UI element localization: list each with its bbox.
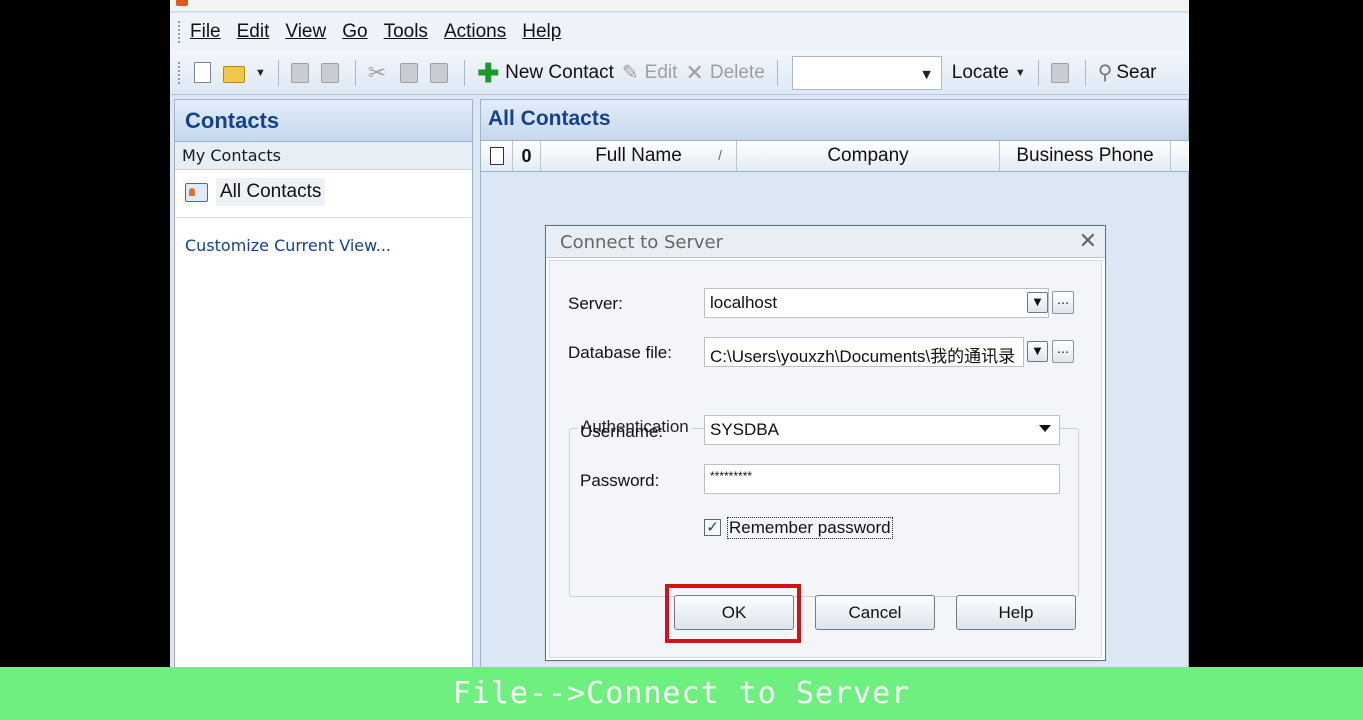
title-bar bbox=[170, 0, 1189, 12]
divider bbox=[175, 217, 472, 218]
password-input[interactable]: ********* bbox=[704, 464, 1060, 494]
plus-icon: ✚ bbox=[477, 57, 500, 88]
server-label: Server: bbox=[568, 294, 623, 313]
toolbar-separator bbox=[354, 59, 356, 86]
column-full-name-header[interactable]: Full Name / bbox=[541, 141, 737, 171]
search-icon: ⚲ bbox=[1097, 61, 1113, 84]
menu-actions[interactable]: Actions bbox=[444, 21, 506, 43]
column-attachment-header[interactable]: 0 bbox=[513, 141, 541, 171]
document-icon bbox=[489, 147, 504, 165]
contact-card-icon bbox=[185, 182, 208, 202]
cancel-button[interactable]: Cancel bbox=[815, 595, 935, 630]
database-file-browse-button[interactable]: … bbox=[1052, 340, 1074, 363]
toolbar-grip bbox=[178, 61, 182, 84]
menu-go[interactable]: Go bbox=[342, 21, 367, 43]
dialog-title-bar: Connect to Server ✕ bbox=[546, 226, 1105, 258]
chevron-down-icon: ▼ bbox=[922, 67, 931, 81]
grid-header: 0 Full Name / Company Business Phone bbox=[481, 140, 1189, 172]
edit-button[interactable]: ✎ Edit bbox=[618, 58, 682, 88]
print-preview-icon bbox=[320, 62, 339, 83]
search-button[interactable]: ⚲ Sear bbox=[1094, 58, 1161, 88]
toolbar-separator bbox=[776, 59, 778, 86]
toolbar-separator bbox=[1084, 59, 1086, 86]
open-button[interactable]: ▼ bbox=[219, 58, 270, 88]
menu-file[interactable]: File bbox=[190, 21, 221, 43]
close-icon: ✕ bbox=[685, 59, 704, 85]
my-contacts-group: My Contacts bbox=[175, 142, 472, 170]
server-input[interactable]: localhost bbox=[704, 288, 1049, 318]
toolbar-separator bbox=[464, 59, 466, 86]
locate-button[interactable]: Locate ▼ bbox=[948, 58, 1030, 88]
sort-indicator-icon: / bbox=[718, 147, 722, 163]
username-label: Username: bbox=[580, 422, 664, 441]
database-file-input[interactable]: C:\Users\youxzh\Documents\我的通讯录 bbox=[704, 337, 1024, 367]
paste-button[interactable] bbox=[426, 58, 456, 88]
open-folder-icon bbox=[223, 65, 245, 83]
print-button[interactable] bbox=[287, 58, 317, 88]
chevron-down-icon: ▼ bbox=[255, 66, 266, 79]
column-company-header[interactable]: Company bbox=[737, 141, 1000, 171]
database-file-label: Database file: bbox=[568, 343, 672, 362]
menu-grip bbox=[178, 21, 182, 43]
server-dropdown-button[interactable]: ▼ bbox=[1027, 292, 1048, 313]
authentication-group: Authentication bbox=[569, 417, 1079, 597]
close-icon[interactable]: ✕ bbox=[1079, 229, 1097, 254]
help-button[interactable]: Help bbox=[956, 595, 1076, 630]
cut-button[interactable]: ✂ bbox=[364, 58, 396, 88]
navigation-pane-title: Contacts bbox=[175, 100, 472, 142]
view-title: All Contacts bbox=[481, 100, 1188, 140]
paperclip-icon: 0 bbox=[521, 145, 532, 166]
database-file-dropdown-button[interactable]: ▼ bbox=[1027, 341, 1048, 362]
new-document-button[interactable] bbox=[190, 58, 219, 88]
navigation-pane: Contacts My Contacts All Contacts Custom… bbox=[174, 99, 473, 720]
connect-to-server-dialog: Connect to Server ✕ Server: localhost ▼ … bbox=[545, 225, 1106, 661]
nav-item-label: All Contacts bbox=[216, 178, 326, 206]
refresh-icon bbox=[1050, 62, 1069, 83]
menu-tools[interactable]: Tools bbox=[384, 21, 428, 43]
print-icon bbox=[290, 62, 309, 83]
new-contact-button[interactable]: ✚ New Contact bbox=[473, 58, 618, 88]
copy-icon bbox=[400, 62, 419, 83]
view-selector-combo[interactable]: ▼ bbox=[791, 55, 942, 90]
remember-password-checkbox[interactable]: ✓ bbox=[704, 519, 721, 536]
pencil-icon: ✎ bbox=[621, 61, 639, 84]
dialog-title: Connect to Server bbox=[560, 232, 723, 253]
menu-view[interactable]: View bbox=[285, 21, 326, 43]
remember-password-label[interactable]: Remember password bbox=[727, 517, 893, 539]
copy-button[interactable] bbox=[396, 58, 426, 88]
tutorial-caption: File-->Connect to Server bbox=[452, 676, 911, 711]
menu-edit[interactable]: Edit bbox=[237, 21, 270, 43]
toolbar-separator bbox=[277, 59, 279, 86]
refresh-button[interactable] bbox=[1047, 58, 1077, 88]
chevron-down-icon bbox=[1039, 425, 1051, 432]
menu-bar: File Edit View Go Tools Actions Help bbox=[170, 13, 1189, 51]
delete-button[interactable]: ✕ Delete bbox=[681, 58, 768, 88]
new-document-icon bbox=[194, 62, 211, 83]
app-icon bbox=[176, 0, 188, 6]
username-select[interactable]: SYSDBA bbox=[704, 415, 1060, 445]
nav-item-all-contacts[interactable]: All Contacts bbox=[185, 176, 472, 208]
toolbar: ▼ ✂ ✚ New Contact ✎ Edit ✕ Delete ▼ Locate ▼… bbox=[170, 51, 1189, 95]
scissors-icon: ✂ bbox=[367, 59, 387, 85]
column-icon-header[interactable] bbox=[481, 141, 513, 171]
customize-current-view-link[interactable]: Customize Current View... bbox=[185, 236, 472, 255]
paste-icon bbox=[430, 62, 449, 83]
print-preview-button[interactable] bbox=[317, 58, 347, 88]
password-label: Password: bbox=[580, 471, 660, 490]
server-browse-button[interactable]: … bbox=[1052, 291, 1074, 314]
dialog-body: Server: localhost ▼ … Database file: C:\… bbox=[549, 260, 1102, 658]
menu-help[interactable]: Help bbox=[522, 21, 561, 43]
toolbar-separator bbox=[1037, 59, 1039, 86]
chevron-down-icon: ▼ bbox=[1014, 66, 1026, 79]
ok-button-highlight bbox=[665, 584, 801, 643]
column-business-phone-header[interactable]: Business Phone bbox=[1000, 141, 1171, 171]
